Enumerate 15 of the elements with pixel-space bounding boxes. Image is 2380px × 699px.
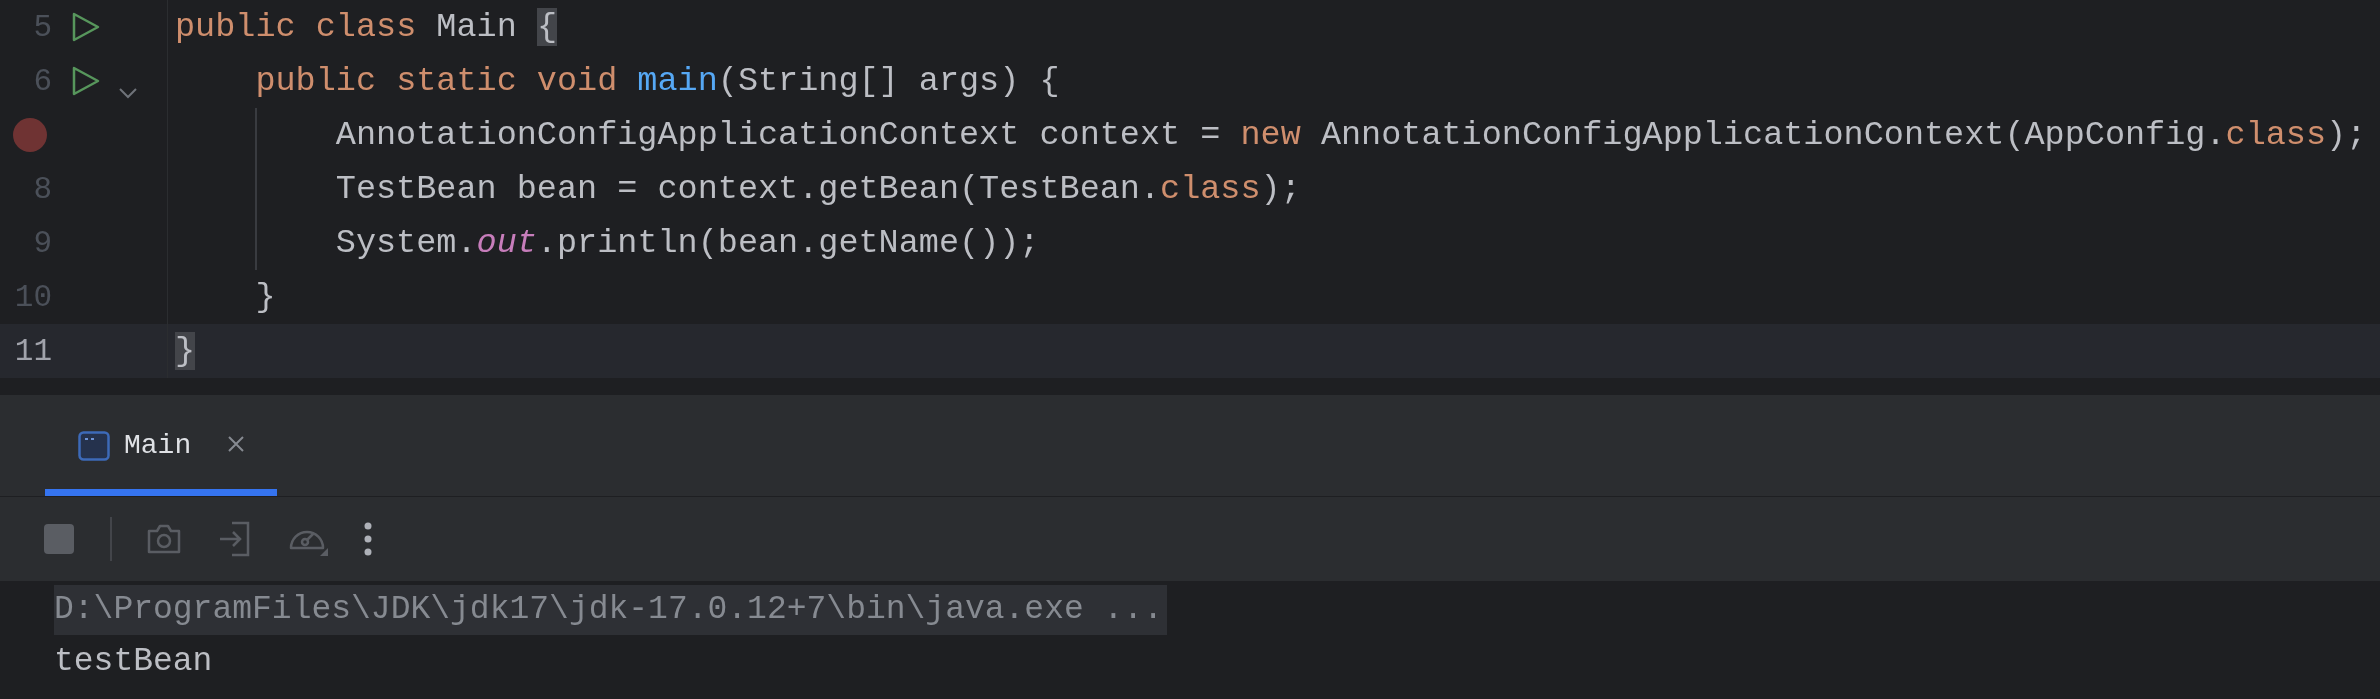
close-icon[interactable] [227,435,246,453]
code-line: AnnotationConfigApplicationContext context = new AnnotationConfigApplicationContext(AppConfig.class); [335,116,2367,154]
more-icon[interactable] [364,522,372,556]
console-output: testBean [54,642,213,682]
enter-icon[interactable] [218,521,252,557]
console-tab[interactable]: Main [45,395,278,496]
code-line: System.out.println(bean.getName()); [335,224,1040,262]
code-line: } [255,278,276,316]
line-number: 11 [13,333,52,369]
code-line: public static void main(String[] args) { [255,62,1060,100]
code-line: TestBean bean = context.getBean(TestBean.class); [335,170,1301,208]
chevron-icon[interactable] [118,87,138,99]
code-line: public class Main { [175,8,557,46]
console-window-icon [78,430,110,461]
camera-icon[interactable] [146,523,182,555]
